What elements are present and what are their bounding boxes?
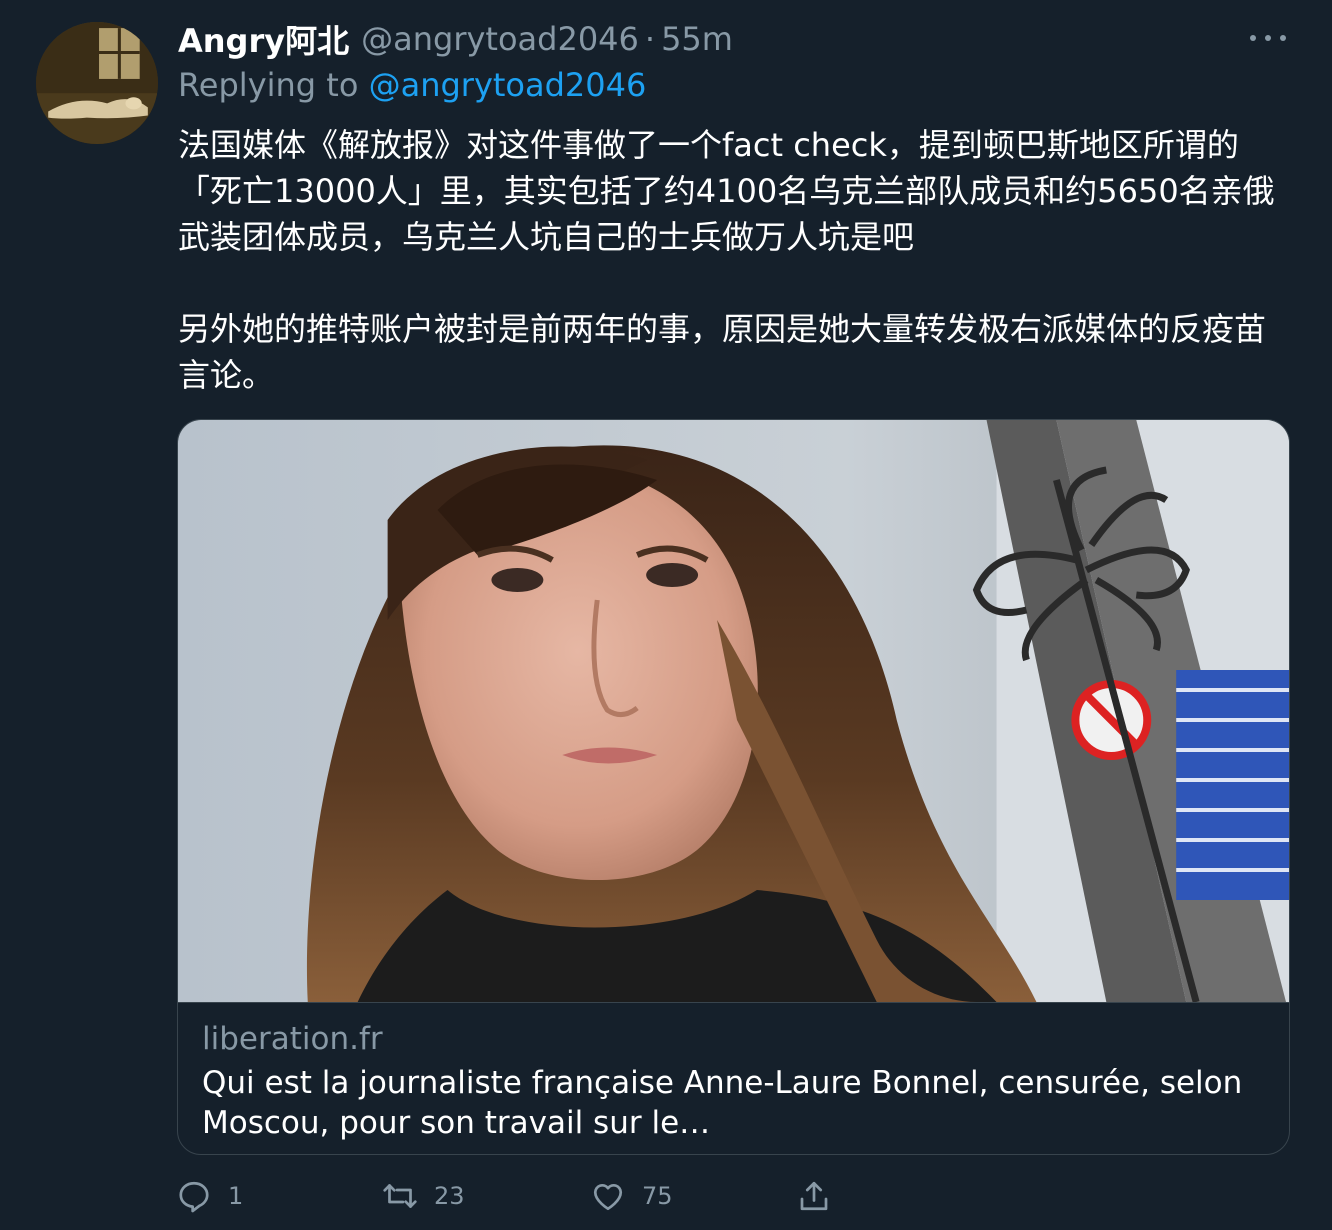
- reply-count: 1: [228, 1182, 244, 1210]
- reply-mention-link[interactable]: @angrytoad2046: [369, 66, 647, 104]
- more-options-icon[interactable]: [1250, 28, 1286, 48]
- reply-icon: [179, 1181, 209, 1213]
- separator-dot: ·: [644, 20, 656, 58]
- retweet-count: 23: [434, 1182, 465, 1210]
- more-dot: [1250, 35, 1256, 41]
- reply-button[interactable]: 1: [176, 1174, 243, 1218]
- link-card[interactable]: liberation.fr Qui est la journaliste fra…: [177, 419, 1290, 1155]
- tweet-timestamp[interactable]: 55m: [661, 20, 733, 58]
- card-info[interactable]: liberation.fr Qui est la journaliste fra…: [178, 1002, 1289, 1154]
- tweet-paragraph: 法国媒体《解放报》对这件事做了一个fact check，提到顿巴斯地区所谓的「死…: [178, 126, 1275, 256]
- share-button[interactable]: [796, 1174, 832, 1218]
- author-handle[interactable]: @angrytoad2046: [361, 20, 639, 58]
- replying-to: Replying to @angrytoad2046: [178, 66, 646, 104]
- tweet-header: Angry阿北 @angrytoad2046 · 55m: [178, 14, 733, 64]
- card-domain: liberation.fr: [202, 1021, 383, 1057]
- tweet-actions: 1 23 75: [176, 1174, 876, 1218]
- more-dot: [1280, 35, 1286, 41]
- heart-icon: [593, 1183, 623, 1211]
- card-title: Qui est la journaliste française Anne-La…: [202, 1065, 1243, 1141]
- like-count: 75: [642, 1182, 673, 1210]
- tweet-text: 法国媒体《解放报》对这件事做了一个fact check，提到顿巴斯地区所谓的「死…: [178, 122, 1288, 398]
- retweet-button[interactable]: 23: [382, 1174, 465, 1218]
- replying-to-label: Replying to: [178, 66, 359, 104]
- retweet-icon: [383, 1184, 417, 1208]
- author-display-name[interactable]: Angry阿北: [178, 16, 349, 62]
- tweet[interactable]: Angry阿北 @angrytoad2046 · 55m Replying to…: [0, 0, 1332, 1230]
- like-button[interactable]: 75: [590, 1174, 673, 1218]
- avatar-image: [36, 22, 158, 144]
- card-image[interactable]: [178, 420, 1289, 1002]
- card-photo: [178, 420, 1289, 1002]
- more-dot: [1265, 35, 1271, 41]
- avatar[interactable]: [36, 22, 158, 144]
- share-icon: [800, 1181, 828, 1211]
- tweet-paragraph: 另外她的推特账户被封是前两年的事，原因是她大量转发极右派媒体的反疫苗言论。: [178, 310, 1267, 394]
